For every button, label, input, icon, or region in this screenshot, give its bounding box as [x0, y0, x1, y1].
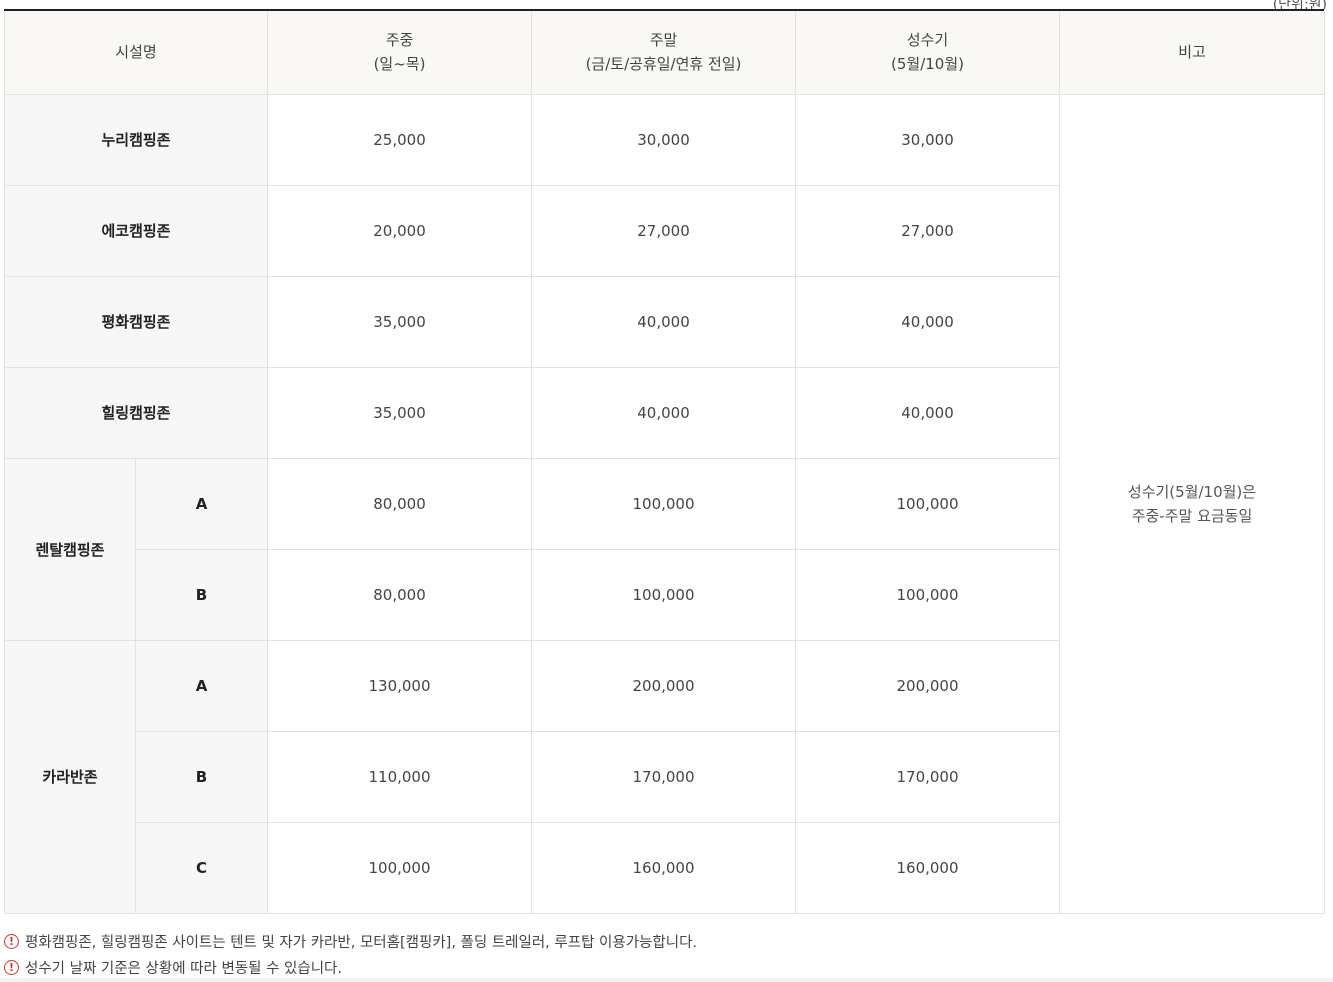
table-header-row: 시설명 주중 (일~목) 주말 (금/토/공휴일/연휴 전일) 성수기 (5월/…	[4, 11, 1325, 95]
weekend-price: 27,000	[531, 184, 796, 277]
notice-list: ! 평화캠핑존, 힐링캠핑존 사이트는 텐트 및 자가 카라반, 모터홈[캠핑카…	[4, 928, 1324, 980]
peak-price: 160,000	[795, 821, 1060, 914]
table-row: 누리캠핑존 25,000 30,000 30,000 성수기(5월/10월)은 …	[4, 93, 1325, 914]
header-weekday-sub: (일~목)	[373, 55, 426, 74]
notice-item: ! 성수기 날짜 기준은 상황에 따라 변동될 수 있습니다.	[4, 954, 1324, 980]
sub-site-label: B	[135, 548, 268, 641]
weekend-price: 170,000	[531, 730, 796, 823]
peak-price: 200,000	[795, 639, 1060, 732]
header-peak-title: 성수기	[906, 31, 949, 50]
peak-price: 30,000	[795, 93, 1060, 186]
facility-name-rental: 렌탈캠핑존	[4, 457, 136, 641]
page-bottom-bar	[0, 978, 1333, 982]
facility-name: 평화캠핑존	[4, 275, 268, 368]
header-facility: 시설명	[4, 11, 268, 95]
warning-icon: !	[4, 959, 19, 975]
facility-name: 힐링캠핑존	[4, 366, 268, 459]
notice-text: 성수기 날짜 기준은 상황에 따라 변동될 수 있습니다.	[25, 960, 343, 977]
weekday-price: 80,000	[267, 457, 532, 550]
peak-price: 27,000	[795, 184, 1060, 277]
weekend-price: 200,000	[531, 639, 796, 732]
weekday-price: 100,000	[267, 821, 532, 914]
facility-name: 누리캠핑존	[4, 93, 268, 186]
peak-price: 40,000	[795, 366, 1060, 459]
weekend-price: 160,000	[531, 821, 796, 914]
header-peak: 성수기 (5월/10월)	[795, 11, 1060, 95]
sub-site-label: B	[135, 730, 268, 823]
remark-line-1: 성수기(5월/10월)은	[1127, 482, 1257, 501]
warning-icon: !	[4, 933, 19, 949]
weekend-price: 40,000	[531, 275, 796, 368]
header-weekday: 주중 (일~목)	[267, 11, 532, 95]
peak-price: 100,000	[795, 548, 1060, 641]
rate-table: 시설명 주중 (일~목) 주말 (금/토/공휴일/연휴 전일) 성수기 (5월/…	[4, 11, 1325, 914]
weekday-price: 35,000	[267, 366, 532, 459]
notice-text: 평화캠핑존, 힐링캠핑존 사이트는 텐트 및 자가 카라반, 모터홈[캠핑카],…	[25, 934, 698, 951]
header-peak-sub: (5월/10월)	[891, 55, 964, 74]
weekday-price: 110,000	[267, 730, 532, 823]
weekday-price: 130,000	[267, 639, 532, 732]
weekend-price: 40,000	[531, 366, 796, 459]
header-weekend-sub: (금/토/공휴일/연휴 전일)	[585, 55, 742, 74]
weekday-price: 25,000	[267, 93, 532, 186]
peak-price: 100,000	[795, 457, 1060, 550]
weekend-price: 30,000	[531, 93, 796, 186]
weekday-price: 20,000	[267, 184, 532, 277]
sub-site-label: C	[135, 821, 268, 914]
notice-item: ! 평화캠핑존, 힐링캠핑존 사이트는 텐트 및 자가 카라반, 모터홈[캠핑카…	[4, 928, 1324, 954]
remark-cell: 성수기(5월/10월)은 주중-주말 요금동일	[1059, 93, 1325, 914]
header-weekend-title: 주말	[649, 31, 678, 50]
sub-site-label: A	[135, 457, 268, 550]
header-weekday-title: 주중	[385, 31, 414, 50]
weekday-price: 80,000	[267, 548, 532, 641]
rate-table-page: (단위:원) 시설명 주중 (일~목) 주말 (금/토/공휴일/연휴 전일) 성…	[0, 0, 1333, 982]
remark-line-2: 주중-주말 요금동일	[1131, 506, 1253, 525]
header-remarks: 비고	[1059, 11, 1325, 95]
header-weekend: 주말 (금/토/공휴일/연휴 전일)	[531, 11, 796, 95]
facility-name: 에코캠핑존	[4, 184, 268, 277]
weekend-price: 100,000	[531, 457, 796, 550]
facility-name-caravan: 카라반존	[4, 639, 136, 914]
weekday-price: 35,000	[267, 275, 532, 368]
peak-price: 40,000	[795, 275, 1060, 368]
sub-site-label: A	[135, 639, 268, 732]
weekend-price: 100,000	[531, 548, 796, 641]
peak-price: 170,000	[795, 730, 1060, 823]
